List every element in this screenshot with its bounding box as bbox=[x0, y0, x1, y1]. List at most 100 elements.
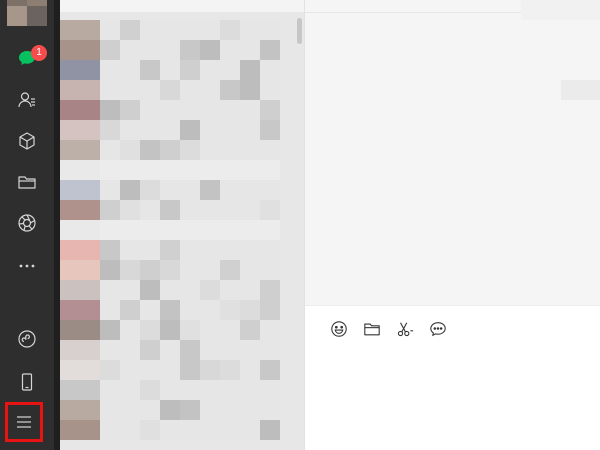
chat-list-item[interactable] bbox=[60, 420, 300, 440]
chat-list-item[interactable] bbox=[60, 100, 300, 120]
screenshot-button[interactable] bbox=[395, 319, 415, 339]
chat-preview-block bbox=[120, 380, 140, 400]
chat-list-item[interactable] bbox=[60, 240, 300, 260]
chat-preview-block bbox=[180, 40, 200, 60]
chat-preview-block bbox=[200, 220, 220, 240]
chat-preview-block bbox=[140, 60, 160, 80]
emoji-button[interactable] bbox=[329, 319, 349, 339]
chat-preview-block bbox=[160, 200, 180, 220]
chat-preview-block bbox=[160, 180, 180, 200]
chat-preview-block bbox=[240, 240, 260, 260]
folder-icon bbox=[18, 176, 36, 189]
chat-preview-block bbox=[200, 380, 220, 400]
sidebar-item-contacts[interactable] bbox=[0, 80, 54, 120]
chat-preview-block bbox=[180, 220, 200, 240]
chat-avatar bbox=[60, 180, 100, 200]
chat-preview-block bbox=[220, 80, 240, 100]
chat-list-item[interactable] bbox=[60, 360, 300, 380]
chat-preview-block bbox=[140, 320, 160, 340]
chat-list-item[interactable] bbox=[60, 40, 300, 60]
sidebar-item-collections[interactable] bbox=[0, 121, 54, 161]
chat-list-item[interactable] bbox=[60, 380, 300, 400]
chat-preview-block bbox=[260, 200, 280, 220]
sidebar-item-mini-programs[interactable] bbox=[0, 319, 54, 359]
chat-preview-block bbox=[220, 360, 240, 380]
chat-preview-block bbox=[220, 160, 240, 180]
chat-list-item[interactable] bbox=[60, 140, 300, 160]
chat-preview-block bbox=[120, 140, 140, 160]
more-dots-icon bbox=[19, 264, 35, 268]
chat-preview-block bbox=[140, 40, 160, 60]
message-blur bbox=[561, 80, 600, 100]
chat-preview-block bbox=[160, 320, 180, 340]
chat-avatar bbox=[60, 220, 100, 240]
chat-preview-block bbox=[260, 120, 280, 140]
chat-preview-block bbox=[240, 80, 260, 100]
chat-preview-block bbox=[240, 380, 260, 400]
chat-preview-block bbox=[240, 140, 260, 160]
sidebar-item-more[interactable] bbox=[0, 246, 54, 286]
send-file-button[interactable] bbox=[362, 319, 382, 339]
chat-list-scrollbar[interactable] bbox=[297, 18, 302, 44]
avatar[interactable] bbox=[7, 0, 47, 26]
chat-avatar bbox=[60, 420, 100, 440]
chat-preview-block bbox=[220, 140, 240, 160]
chat-preview-block bbox=[220, 260, 240, 280]
sidebar-item-chats[interactable] bbox=[0, 38, 54, 78]
chat-preview-block bbox=[160, 160, 180, 180]
chat-preview-block bbox=[200, 180, 220, 200]
chat-preview-block bbox=[180, 380, 200, 400]
chat-preview-block bbox=[200, 200, 220, 220]
chat-preview-block bbox=[120, 40, 140, 60]
chat-preview-block bbox=[100, 40, 120, 60]
chat-list-item[interactable] bbox=[60, 260, 300, 280]
menu-button[interactable] bbox=[5, 402, 43, 442]
chat-list-item[interactable] bbox=[60, 120, 300, 140]
chat-list-item[interactable] bbox=[60, 60, 300, 80]
chat-list-item[interactable] bbox=[60, 280, 300, 300]
chat-preview-block bbox=[120, 100, 140, 120]
chat-preview-block bbox=[120, 280, 140, 300]
chat-preview-block bbox=[140, 360, 160, 380]
chat-avatar bbox=[60, 260, 100, 280]
chat-list-item[interactable] bbox=[60, 160, 300, 180]
chat-list-item[interactable] bbox=[60, 200, 300, 220]
chat-preview-block bbox=[200, 340, 220, 360]
emoji-icon bbox=[331, 321, 347, 337]
chat-list-item[interactable] bbox=[60, 300, 300, 320]
chat-history-icon bbox=[430, 322, 446, 337]
chat-preview-block bbox=[220, 60, 240, 80]
chat-list[interactable] bbox=[60, 0, 304, 450]
sidebar-item-phone[interactable] bbox=[0, 362, 54, 402]
conversation-header-blur bbox=[521, 0, 600, 20]
chat-preview-block bbox=[160, 60, 180, 80]
chat-preview-block bbox=[200, 120, 220, 140]
sidebar-item-files[interactable] bbox=[0, 162, 54, 202]
chat-preview-block bbox=[180, 20, 200, 40]
chat-preview-block bbox=[180, 160, 200, 180]
chat-preview-block bbox=[180, 240, 200, 260]
chat-list-item[interactable] bbox=[60, 340, 300, 360]
chat-list-item[interactable] bbox=[60, 320, 300, 340]
chat-preview-block bbox=[220, 340, 240, 360]
chat-preview-block bbox=[180, 60, 200, 80]
chat-list-item[interactable] bbox=[60, 220, 300, 240]
chat-preview-block bbox=[100, 240, 120, 260]
chat-preview-block bbox=[100, 360, 120, 380]
sidebar-item-moments[interactable] bbox=[0, 203, 54, 243]
chat-preview-block bbox=[180, 100, 200, 120]
chat-preview-block bbox=[200, 280, 220, 300]
chat-preview-block bbox=[240, 200, 260, 220]
chat-preview-block bbox=[160, 240, 180, 260]
chat-list-item[interactable] bbox=[60, 180, 300, 200]
chat-list-item[interactable] bbox=[60, 80, 300, 100]
message-input[interactable] bbox=[321, 350, 585, 440]
chat-preview-block bbox=[120, 220, 140, 240]
chat-list-item[interactable] bbox=[60, 400, 300, 420]
chat-history-button[interactable] bbox=[428, 319, 448, 339]
chat-preview-block bbox=[260, 60, 280, 80]
chat-preview-block bbox=[100, 320, 120, 340]
chat-list-item[interactable] bbox=[60, 20, 300, 40]
chat-preview-block bbox=[240, 300, 260, 320]
chat-preview-block bbox=[120, 200, 140, 220]
